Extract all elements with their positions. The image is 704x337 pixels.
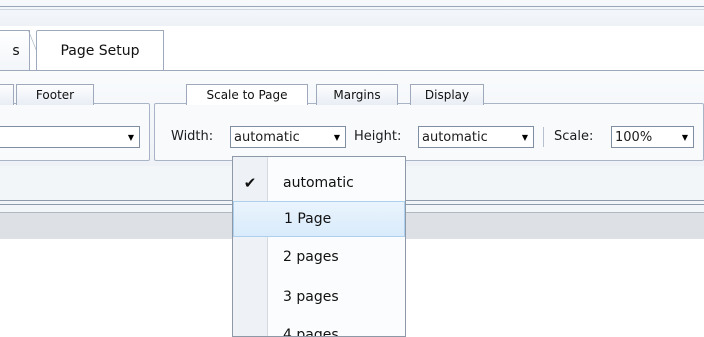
dropdown-item-label: automatic <box>283 175 354 191</box>
dropdown-item-automatic[interactable]: ✔ automatic <box>233 165 405 201</box>
width-label: Width: <box>171 129 214 144</box>
top-divider <box>0 6 704 7</box>
tab-page-setup[interactable]: Page Setup <box>36 30 164 71</box>
subtab-display[interactable]: Display <box>410 84 484 105</box>
subtab-margins-label: Margins <box>333 88 381 102</box>
group-separator <box>543 127 544 147</box>
subtab-margins[interactable]: Margins <box>316 84 398 105</box>
width-select[interactable]: automatic ▼ <box>230 126 346 148</box>
tab-page-setup-label: Page Setup <box>60 43 140 59</box>
checkmark-icon: ✔ <box>243 174 257 192</box>
subtab-scale-to-page[interactable]: Scale to Page <box>186 84 308 105</box>
dropdown-item-3-pages[interactable]: 3 pages <box>233 279 405 315</box>
dropdown-item-label: 3 pages <box>283 289 339 305</box>
subtab-footer[interactable]: Footer <box>16 84 94 105</box>
footer-select[interactable]: ▼ <box>0 126 140 148</box>
height-select[interactable]: automatic ▼ <box>418 126 534 148</box>
dropdown-item-2-pages[interactable]: 2 pages <box>233 239 405 275</box>
dropdown-item-label: 2 pages <box>283 249 339 265</box>
height-select-value: automatic <box>422 129 488 145</box>
dropdown-item-label: 1 Page <box>284 211 332 227</box>
subtab-header[interactable] <box>0 84 14 105</box>
top-divider-2 <box>0 9 704 10</box>
scale-select-value: 100% <box>615 129 653 145</box>
dropdown-item-label: 4 pages <box>283 327 339 337</box>
tab-previous[interactable]: s <box>0 30 30 71</box>
width-dropdown-list[interactable]: ✔ automatic 1 Page 2 pages 3 pages 4 pag… <box>232 156 406 337</box>
dropdown-item-4-pages[interactable]: 4 pages <box>233 317 405 337</box>
window-top-bar <box>0 0 704 27</box>
chevron-down-icon[interactable]: ▼ <box>123 127 139 147</box>
width-select-value: automatic <box>234 129 300 145</box>
subtab-display-label: Display <box>424 88 470 102</box>
chevron-down-icon[interactable]: ▼ <box>677 127 693 147</box>
tab-previous-label: s <box>12 43 20 59</box>
scale-label: Scale: <box>554 129 594 144</box>
subtab-footer-label: Footer <box>35 88 75 102</box>
subtab-scale-to-page-label: Scale to Page <box>206 88 288 102</box>
chevron-down-icon[interactable]: ▼ <box>517 127 533 147</box>
height-label: Height: <box>354 129 402 144</box>
chevron-down-icon[interactable]: ▼ <box>329 127 345 147</box>
scale-select[interactable]: 100% ▼ <box>611 126 694 148</box>
dropdown-item-1-page[interactable]: 1 Page <box>233 201 405 237</box>
